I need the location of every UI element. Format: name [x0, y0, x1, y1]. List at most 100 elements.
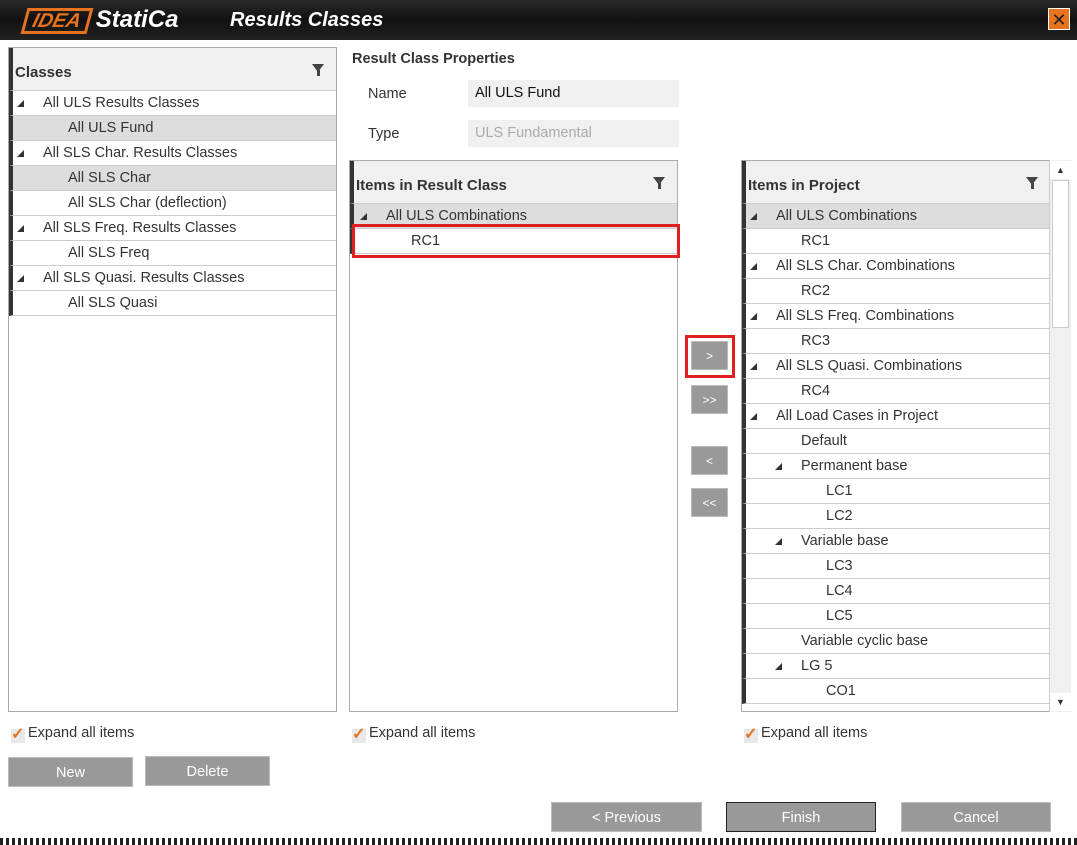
tree-row[interactable]: All SLS Freq. Combinations: [742, 304, 1050, 329]
window-title: Results Classes: [230, 9, 384, 31]
tree-row[interactable]: LC4: [742, 579, 1050, 604]
expand-triangle-icon[interactable]: [17, 225, 24, 232]
tree-row[interactable]: Variable base: [742, 529, 1050, 554]
remove-all-button[interactable]: <<: [691, 488, 728, 517]
background-text-strip: [0, 838, 1077, 845]
properties-title: Result Class Properties: [352, 51, 515, 67]
scroll-down-icon[interactable]: ▼: [1050, 693, 1071, 711]
tree-row[interactable]: All Load Cases in Project: [742, 404, 1050, 429]
tree-row-label: LG 5: [801, 658, 833, 674]
tree-row[interactable]: LC1: [742, 479, 1050, 504]
expand-triangle-icon[interactable]: [17, 275, 24, 282]
tree-row[interactable]: All SLS Freq: [9, 241, 336, 266]
tree-row[interactable]: All ULS Results Classes: [9, 91, 336, 116]
tree-row[interactable]: All SLS Char: [9, 166, 336, 191]
tree-row[interactable]: Default: [742, 429, 1050, 454]
tree-row-label: LC5: [826, 608, 853, 624]
tree-row-label: Variable base: [801, 533, 889, 549]
name-input[interactable]: All ULS Fund: [468, 80, 679, 107]
type-input: ULS Fundamental: [468, 120, 679, 147]
expand-triangle-icon[interactable]: [750, 363, 757, 370]
tree-row-label: All Load Cases in Project: [776, 408, 938, 424]
close-button[interactable]: ✕: [1048, 8, 1070, 30]
remove-item-button[interactable]: <: [691, 446, 728, 475]
tree-row-label: All ULS Results Classes: [43, 95, 200, 111]
tree-row-label: All SLS Char: [68, 170, 152, 186]
tree-row[interactable]: LC3: [742, 554, 1050, 579]
tree-row[interactable]: LG 5: [742, 654, 1050, 679]
tree-row-label: All ULS Fund: [68, 120, 154, 136]
tree-row-label: LC3: [826, 558, 853, 574]
tree-row-label: All SLS Char (deflection): [68, 195, 227, 211]
project-items-tree: All ULS Combinations RC1 All SLS Char. Com…: [742, 204, 1050, 704]
filter-icon[interactable]: [653, 177, 665, 189]
expand-triangle-icon[interactable]: [750, 313, 757, 320]
tree-row-label: LC4: [826, 583, 853, 599]
classes-tree: All ULS Results Classes All ULS Fund All S…: [9, 91, 336, 316]
tree-row[interactable]: All SLS Char. Combinations: [742, 254, 1050, 279]
tree-row[interactable]: All ULS Combinations: [742, 204, 1050, 229]
tree-row-label: All SLS Freq. Combinations: [776, 308, 955, 324]
scroll-thumb[interactable]: [1052, 180, 1069, 328]
tree-row[interactable]: All SLS Char. Results Classes: [9, 141, 336, 166]
tree-row[interactable]: LC2: [742, 504, 1050, 529]
cancel-button[interactable]: Cancel: [901, 802, 1051, 832]
tree-row[interactable]: All SLS Quasi. Results Classes: [9, 266, 336, 291]
tree-row-label: All SLS Freq. Results Classes: [43, 220, 237, 236]
expand-triangle-icon[interactable]: [750, 263, 757, 270]
classes-panel: Classes All ULS Results Classes All ULS F…: [8, 47, 337, 712]
tree-row[interactable]: Variable cyclic base: [742, 629, 1050, 654]
scroll-up-icon[interactable]: ▲: [1050, 161, 1071, 179]
expand-triangle-icon[interactable]: [17, 150, 24, 157]
tree-row[interactable]: LC5: [742, 604, 1050, 629]
tree-row-label: Permanent base: [801, 458, 908, 474]
filter-icon[interactable]: [312, 64, 324, 76]
expand-triangle-icon[interactable]: [750, 213, 757, 220]
checkmark-icon: ✓: [11, 726, 25, 743]
tree-row-label: RC2: [801, 283, 831, 299]
delete-button[interactable]: Delete: [145, 756, 270, 786]
idea-statica-logo: IDEA StatiCa: [20, 6, 178, 34]
tree-row-label: Default: [801, 433, 847, 449]
expand-triangle-icon[interactable]: [775, 463, 782, 470]
expand-all-classes-checkbox[interactable]: ✓ Expand all items: [11, 725, 134, 743]
highlight-box: [685, 335, 735, 378]
tree-row[interactable]: All SLS Quasi. Combinations: [742, 354, 1050, 379]
tree-row-label: RC1: [801, 233, 831, 249]
tree-row-label: All SLS Quasi. Combinations: [776, 358, 963, 374]
tree-row[interactable]: Permanent base: [742, 454, 1050, 479]
tree-row[interactable]: All ULS Fund: [9, 116, 336, 141]
tree-row-label: All SLS Quasi: [68, 295, 158, 311]
tree-row-label: All SLS Freq: [68, 245, 150, 261]
tree-row-label: RC4: [801, 383, 831, 399]
expand-triangle-icon[interactable]: [17, 100, 24, 107]
tree-row[interactable]: All SLS Freq. Results Classes: [9, 216, 336, 241]
add-all-button[interactable]: >>: [691, 385, 728, 414]
expand-triangle-icon[interactable]: [775, 538, 782, 545]
type-label: Type: [368, 126, 400, 142]
tree-row[interactable]: RC3: [742, 329, 1050, 354]
tree-row-label: LC2: [826, 508, 853, 524]
tree-row[interactable]: RC2: [742, 279, 1050, 304]
expand-all-result-items-checkbox[interactable]: ✓ Expand all items: [352, 725, 475, 743]
project-scrollbar[interactable]: ▲ ▼: [1049, 160, 1071, 712]
previous-button[interactable]: < Previous: [551, 802, 702, 832]
tree-row[interactable]: CO1: [742, 679, 1050, 704]
expand-all-project-items-checkbox[interactable]: ✓ Expand all items: [744, 725, 867, 743]
filter-icon[interactable]: [1026, 177, 1038, 189]
tree-row[interactable]: RC1: [742, 229, 1050, 254]
tree-row[interactable]: All SLS Char (deflection): [9, 191, 336, 216]
name-label: Name: [368, 86, 407, 102]
expand-triangle-icon[interactable]: [750, 413, 757, 420]
project-items-panel: Items in Project All ULS Combinations RC1…: [741, 160, 1071, 712]
expand-triangle-icon[interactable]: [360, 213, 367, 220]
expand-triangle-icon[interactable]: [775, 663, 782, 670]
tree-row[interactable]: All SLS Quasi: [9, 291, 336, 316]
finish-button[interactable]: Finish: [726, 802, 876, 832]
tree-row[interactable]: RC4: [742, 379, 1050, 404]
tree-row-label: All SLS Quasi. Results Classes: [43, 270, 245, 286]
tree-row-label: Variable cyclic base: [801, 633, 929, 649]
tree-row-label: All SLS Char. Combinations: [776, 258, 955, 274]
title-bar: IDEA StatiCa Results Classes ✕: [0, 0, 1077, 40]
new-button[interactable]: New: [8, 757, 133, 787]
